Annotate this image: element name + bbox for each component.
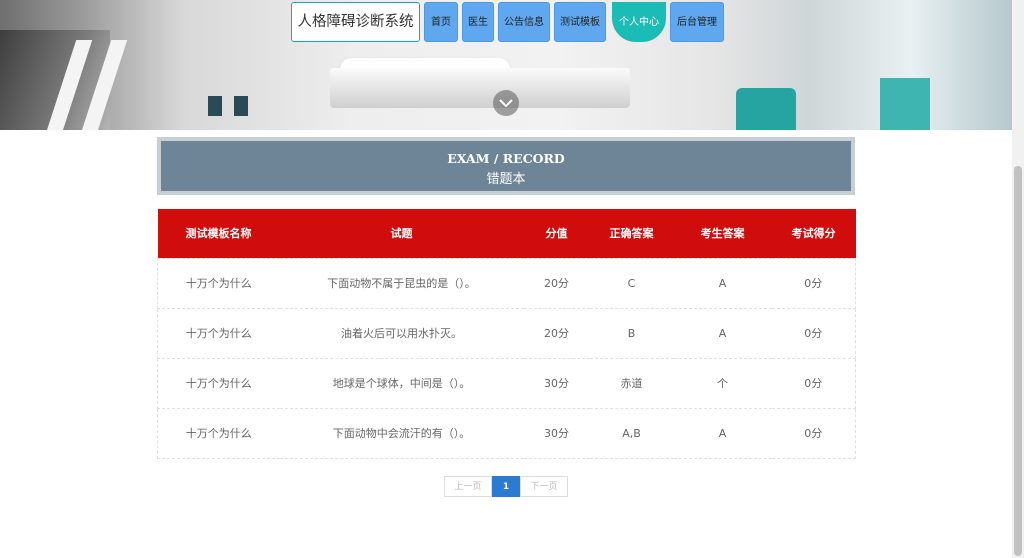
banner-bed — [330, 68, 630, 108]
table-header-row: 测试模板名称 试题 分值 正确答案 考生答案 考试得分 — [157, 209, 856, 258]
cell-question: 地球是个球体，中间是（）。 — [279, 357, 524, 409]
cell-question: 下面动物中会流汗的有（）。 — [279, 407, 524, 459]
cell-template-name: 十万个为什么 — [157, 357, 280, 409]
scrollbar-thumb[interactable] — [1014, 166, 1022, 556]
chevron-down-icon[interactable] — [493, 90, 519, 116]
cell-exam-score: 0分 — [771, 257, 856, 309]
cell-template-name: 十万个为什么 — [157, 407, 280, 459]
col-header-template-name: 测试模板名称 — [185, 227, 252, 241]
cell-student-answer: A — [673, 407, 772, 459]
cell-student-answer: A — [673, 307, 772, 359]
cell-correct-answer: C — [589, 257, 674, 309]
col-header-exam-score: 考试得分 — [791, 227, 836, 241]
cell-template-name: 十万个为什么 — [157, 257, 280, 309]
cell-correct-answer: 赤道 — [589, 357, 674, 409]
banner-teal-machine — [736, 88, 796, 130]
col-header-score-value: 分值 — [545, 227, 568, 241]
next-page-button[interactable]: 下一页 — [520, 476, 568, 497]
table-row[interactable]: 十万个为什么 油着火后可以用水扑灭。 20分 B A 0分 — [157, 307, 856, 359]
section-title-cn: 错题本 — [486, 172, 526, 187]
cell-exam-score: 0分 — [771, 357, 856, 409]
col-header-student-answer: 考生答案 — [700, 227, 745, 241]
cell-score-value: 20分 — [523, 307, 590, 359]
prev-page-button[interactable]: 上一页 — [444, 476, 492, 497]
cell-exam-score: 0分 — [771, 407, 856, 459]
cell-score-value: 30分 — [523, 407, 590, 459]
cell-question: 下面动物不属于昆虫的是（）。 — [279, 257, 524, 309]
nav-item-announcements[interactable]: 公告信息 — [498, 2, 550, 42]
cell-template-name: 十万个为什么 — [157, 307, 280, 359]
section-title-box: EXAM / RECORD 错题本 — [157, 137, 855, 195]
col-header-correct-answer: 正确答案 — [609, 227, 654, 241]
cell-student-answer: 个 — [673, 357, 772, 409]
nav-item-admin[interactable]: 后台管理 — [670, 2, 724, 42]
cell-score-value: 20分 — [523, 257, 590, 309]
cell-score-value: 30分 — [523, 357, 590, 409]
cell-question: 油着火后可以用水扑灭。 — [279, 307, 524, 359]
table-row[interactable]: 十万个为什么 下面动物中会流汗的有（）。 30分 A,B A 0分 — [157, 407, 856, 459]
cell-student-answer: A — [673, 257, 772, 309]
nav-item-doctor[interactable]: 医生 — [462, 2, 494, 42]
cell-correct-answer: B — [589, 307, 674, 359]
site-logo[interactable]: 人格障碍诊断系统 — [291, 2, 420, 42]
table-row[interactable]: 十万个为什么 地球是个球体，中间是（）。 30分 赤道 个 0分 — [157, 357, 856, 409]
cell-exam-score: 0分 — [771, 307, 856, 359]
col-header-question: 试题 — [390, 227, 413, 241]
page-number-current[interactable]: 1 — [492, 476, 520, 497]
section-title-en: EXAM / RECORD — [447, 151, 565, 166]
nav-item-home[interactable]: 首页 — [424, 2, 458, 42]
table-row[interactable]: 十万个为什么 下面动物不属于昆虫的是（）。 20分 C A 0分 — [157, 257, 856, 309]
cell-correct-answer: A,B — [589, 407, 674, 459]
nav-item-test-templates[interactable]: 测试模板 — [554, 2, 606, 42]
wrong-answers-table: 测试模板名称 试题 分值 正确答案 考生答案 考试得分 十万个为什么 下面动物不… — [157, 209, 856, 459]
